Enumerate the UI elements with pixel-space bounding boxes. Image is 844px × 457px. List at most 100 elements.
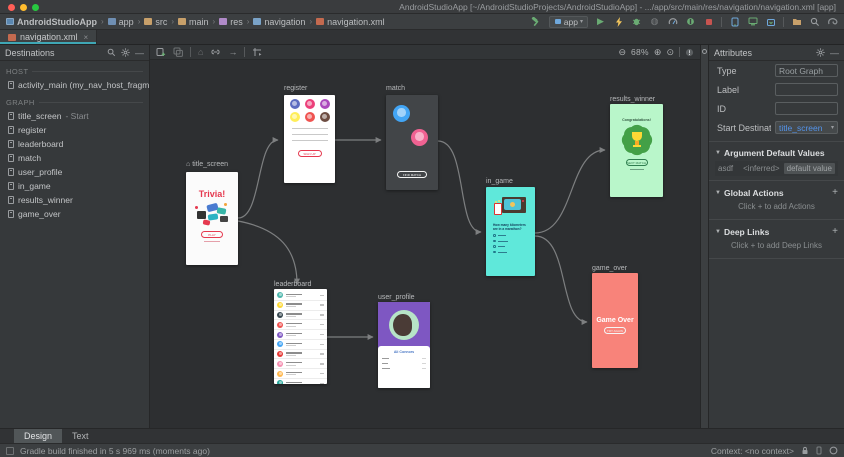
profile-avatar: [389, 310, 419, 340]
run-configuration-selector[interactable]: app▾: [549, 16, 588, 28]
avatar: [305, 112, 315, 122]
label-user-profile[interactable]: user_profile: [378, 294, 415, 301]
search-everywhere-icon[interactable]: [809, 16, 820, 27]
avatar: [277, 322, 283, 328]
destination-item-in-game[interactable]: in_game: [0, 179, 149, 193]
gradle-sync-icon[interactable]: [827, 16, 838, 27]
navigation-graph[interactable]: ⌂ title_screen Trivia! PLAY: [150, 45, 700, 428]
host-item-activity-main[interactable]: activity_main (my_nav_host_fragment): [0, 78, 149, 92]
avatar: [277, 380, 283, 384]
toolwindow-toggle-icon[interactable]: [6, 447, 14, 455]
avatar: [320, 112, 330, 122]
profile-name: Ali Connors: [378, 346, 430, 354]
breadcrumb-navigation[interactable]: navigation: [253, 17, 305, 27]
destinations-panel: Destinations — HOST activity_main (my_na…: [0, 45, 150, 428]
destination-item-title-screen[interactable]: title_screen- Start: [0, 109, 149, 123]
deep-links-hint: Click + to add Deep Links: [709, 239, 844, 254]
indent-indicator-icon[interactable]: [816, 446, 822, 455]
label-field[interactable]: [775, 83, 838, 96]
breadcrumb-src[interactable]: src: [144, 17, 167, 27]
id-field[interactable]: [775, 102, 838, 115]
android-studio-window: AndroidStudioApp [~/AndroidStudioProject…: [0, 0, 844, 457]
hide-panel-icon[interactable]: —: [135, 48, 144, 58]
destination-card-match[interactable]: FIND MATCH: [386, 95, 438, 190]
breadcrumb-app[interactable]: app: [108, 17, 134, 27]
coverage-icon[interactable]: ◍: [649, 16, 660, 27]
breadcrumb-main[interactable]: main: [178, 17, 209, 27]
design-surface[interactable]: ⌂ → ⊖ 68% ⊕ ⊙: [150, 45, 700, 428]
trophy-icon: [632, 132, 642, 141]
destination-item-user-profile[interactable]: user_profile: [0, 165, 149, 179]
run-button[interactable]: ▶: [595, 16, 606, 27]
action-ingame-to-gameover: [535, 236, 587, 322]
destination-card-title-screen[interactable]: Trivia! PLAY: [186, 172, 238, 265]
close-tab-icon[interactable]: ×: [84, 33, 89, 42]
label-game-over[interactable]: game_over: [592, 265, 627, 272]
start-destination-home-icon: ⌂: [186, 161, 190, 168]
destination-card-user-profile[interactable]: Ali Connors: [378, 302, 430, 388]
destination-card-game-over[interactable]: Game Over TRY AGAIN: [592, 273, 638, 368]
lock-icon[interactable]: [801, 446, 809, 455]
argument-default-value-field[interactable]: default value: [784, 163, 835, 174]
start-destination-dropdown[interactable]: title_screen ▾: [775, 121, 838, 134]
avatar: [277, 371, 283, 377]
opponent-avatar: [411, 129, 428, 146]
breadcrumb-separator: ›: [101, 17, 104, 26]
apply-changes-icon[interactable]: [613, 16, 624, 27]
label-in-game[interactable]: in_game: [486, 178, 513, 185]
device-manager-icon[interactable]: [747, 16, 758, 27]
tab-design[interactable]: Design: [14, 429, 62, 443]
avatar: [277, 312, 283, 318]
divider: [709, 219, 844, 220]
attach-profiler-icon[interactable]: [685, 16, 696, 27]
fragment-icon: [8, 210, 14, 218]
destination-card-leaderboard[interactable]: [274, 289, 327, 384]
destination-item-leaderboard[interactable]: leaderboard: [0, 137, 149, 151]
destination-item-results-winner[interactable]: results_winner: [0, 193, 149, 207]
destination-item-register[interactable]: register: [0, 123, 149, 137]
destination-card-register[interactable]: SIGN UP: [284, 95, 335, 183]
notifications-icon[interactable]: [829, 446, 838, 455]
label-register[interactable]: register: [284, 85, 307, 92]
panel-gutter: [700, 45, 708, 428]
destination-item-game-over[interactable]: game_over: [0, 207, 149, 221]
type-field[interactable]: Root Graph: [775, 64, 838, 77]
leaderboard-row: [274, 340, 327, 350]
argument-type: <inferred>: [743, 164, 779, 173]
project-structure-icon[interactable]: [791, 16, 802, 27]
breadcrumb-project[interactable]: AndroidStudioApp: [6, 17, 97, 27]
argument-defaults-section-header[interactable]: ▼ Argument Default Values: [709, 146, 844, 160]
type-label: Type: [717, 66, 771, 76]
debug-icon[interactable]: [631, 16, 642, 27]
label-leaderboard[interactable]: leaderboard: [274, 281, 311, 288]
argument-row[interactable]: asdf <inferred> default value: [715, 161, 838, 176]
label-label: Label: [717, 85, 771, 95]
collapse-panel-icon[interactable]: [702, 49, 707, 54]
build-hammer-icon[interactable]: [531, 16, 542, 27]
avd-manager-icon[interactable]: [729, 16, 740, 27]
gear-icon[interactable]: [816, 48, 825, 57]
destination-card-results-winner[interactable]: Congratulations! NEXT MATCH: [610, 104, 663, 197]
global-actions-section-header[interactable]: ▼ Global Actions +: [709, 185, 844, 200]
label-match[interactable]: match: [386, 85, 405, 92]
gear-icon[interactable]: [121, 48, 130, 57]
destination-item-match[interactable]: match: [0, 151, 149, 165]
destination-card-in-game[interactable]: How many kilometers are in a marathon?: [486, 187, 535, 276]
breadcrumb-res[interactable]: res: [219, 17, 243, 27]
add-deep-link-button[interactable]: +: [832, 226, 838, 237]
tab-navigation-xml[interactable]: navigation.xml ×: [0, 30, 97, 44]
stop-button[interactable]: [703, 16, 714, 27]
deep-links-section-header[interactable]: ▼ Deep Links +: [709, 224, 844, 239]
chevron-expanded-icon: ▼: [715, 229, 721, 235]
search-icon[interactable]: [107, 48, 116, 57]
add-action-button[interactable]: +: [832, 187, 838, 198]
profiler-icon[interactable]: [667, 16, 678, 27]
breadcrumb-file[interactable]: navigation.xml: [316, 17, 385, 27]
chevron-expanded-icon: ▼: [715, 190, 721, 196]
label-title-screen[interactable]: ⌂ title_screen: [186, 161, 228, 168]
leaderboard-row: [274, 330, 327, 340]
hide-panel-icon[interactable]: —: [830, 48, 839, 58]
tab-text[interactable]: Text: [62, 429, 99, 443]
sdk-manager-icon[interactable]: [765, 16, 776, 27]
label-results-winner[interactable]: results_winner: [610, 96, 655, 103]
